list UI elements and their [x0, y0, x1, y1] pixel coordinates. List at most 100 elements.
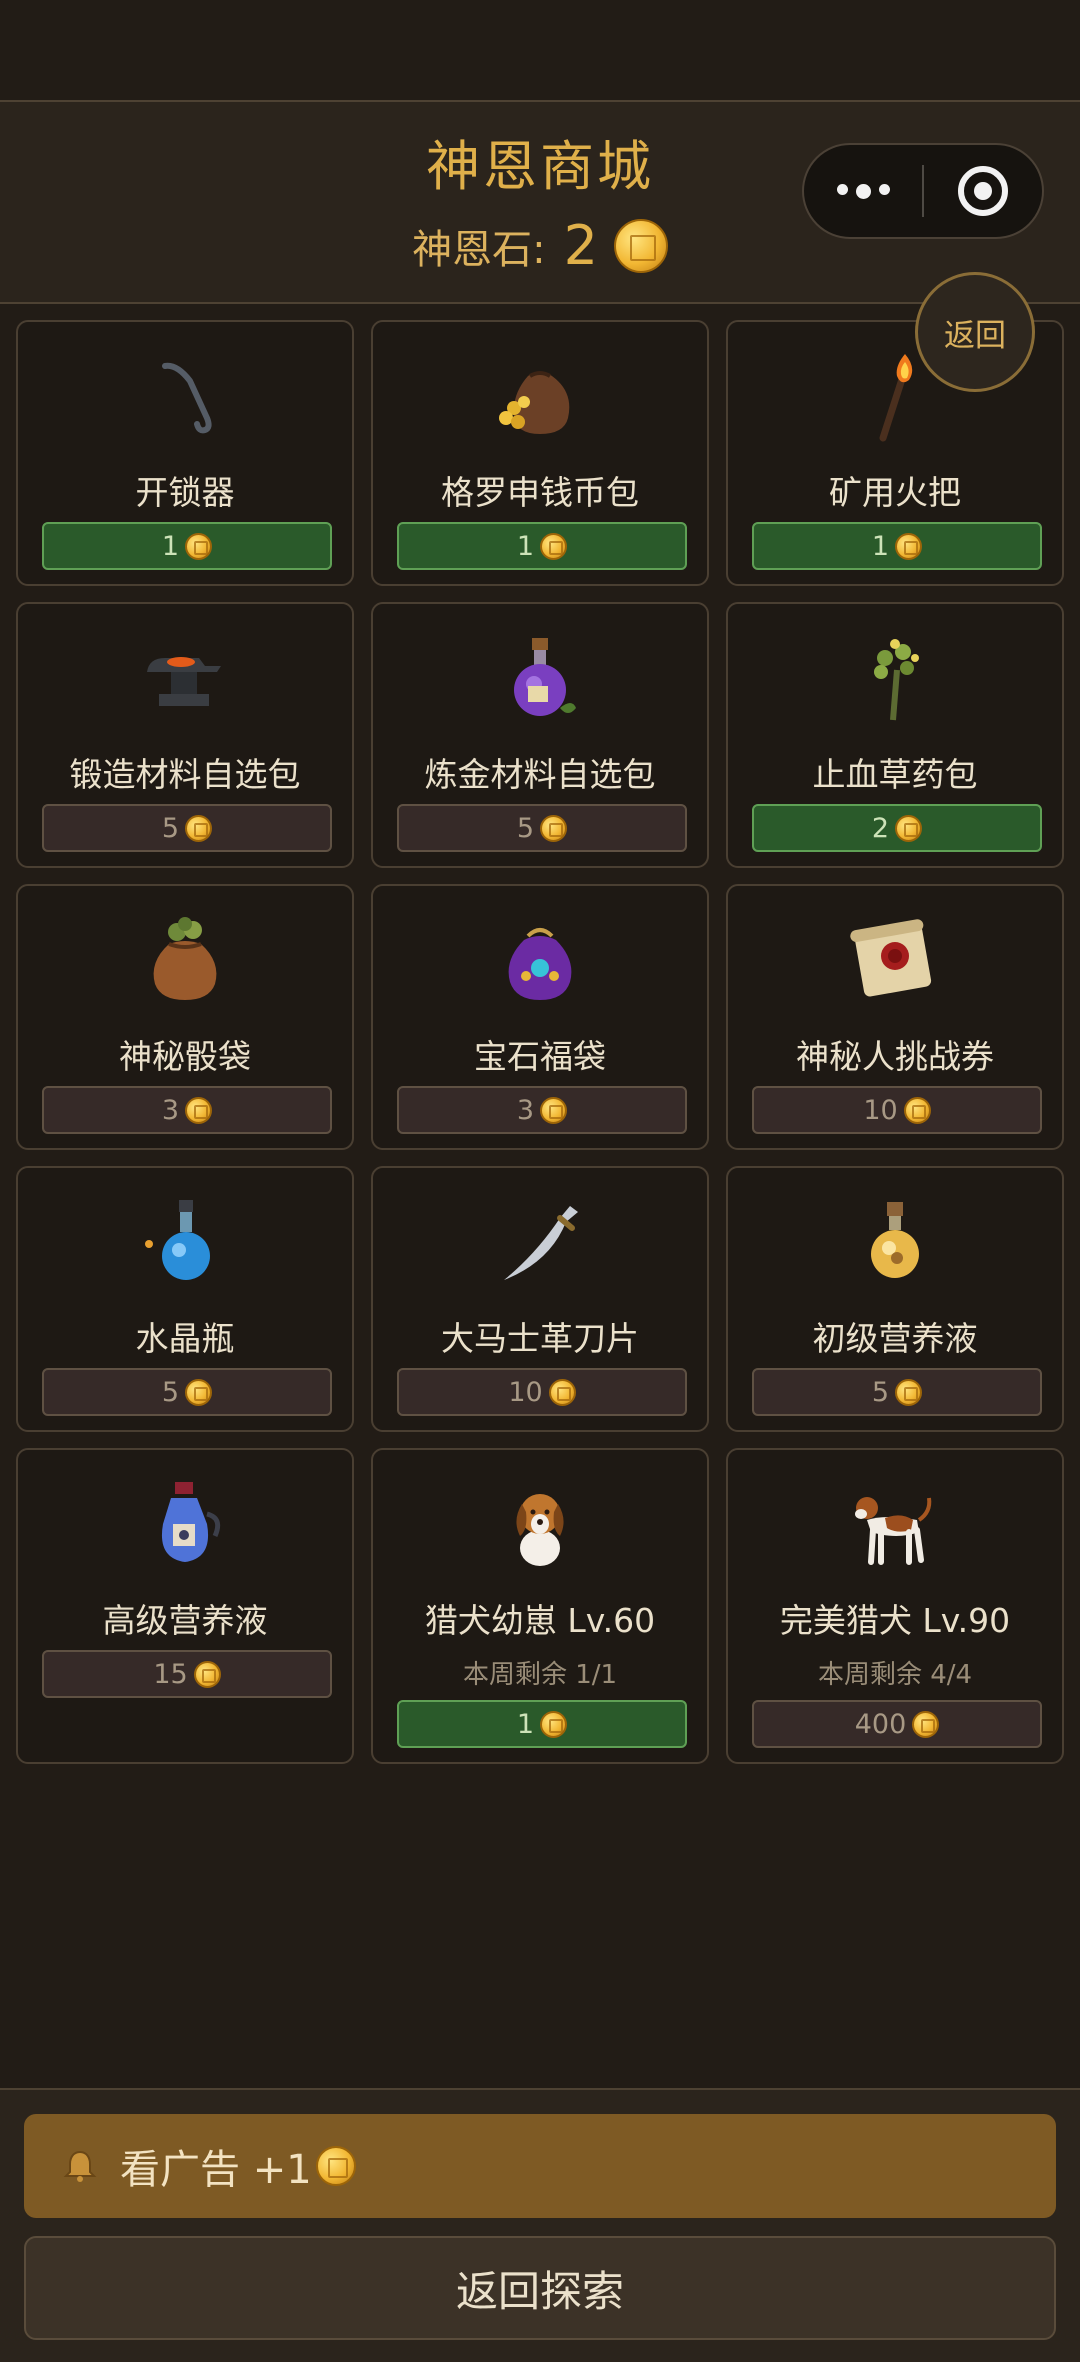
coin-icon: [185, 1378, 213, 1406]
buy-price-button[interactable]: 5: [752, 1368, 1042, 1416]
item-name: 神秘人挑战券: [796, 1037, 994, 1076]
shop-item-card[interactable]: 大马士革刀片 10: [371, 1166, 709, 1432]
shop-item-card[interactable]: 猎犬幼崽 Lv.60 本周剩余 1/1 1: [371, 1448, 709, 1764]
buy-price-button[interactable]: 10: [752, 1086, 1042, 1134]
buy-price-button[interactable]: 2: [752, 804, 1042, 852]
buy-price-button[interactable]: 10: [397, 1368, 687, 1416]
coin-icon: [185, 1096, 213, 1124]
return-explore-label: 返回探索: [455, 2266, 624, 2316]
item-name: 完美猎犬 Lv.90: [779, 1601, 1011, 1640]
price-value: 5: [161, 1376, 180, 1408]
buy-price-button[interactable]: 3: [397, 1086, 687, 1134]
coin-icon: [895, 814, 923, 842]
coin-icon: [912, 1710, 940, 1738]
coin-pouch-icon: [490, 346, 590, 446]
mini-program-capsule: [802, 143, 1044, 239]
puppy-icon: [490, 1474, 590, 1574]
shop-item-card[interactable]: 格罗申钱币包 1: [371, 320, 709, 586]
coin-icon: [540, 532, 568, 560]
price-value: 15: [153, 1658, 188, 1690]
coin-icon: [548, 1378, 576, 1406]
potion-flask-icon: [490, 628, 590, 728]
bottom-bar: 看广告 +1 返回探索: [0, 2088, 1080, 2362]
buy-price-button[interactable]: 5: [42, 804, 332, 852]
more-menu-icon[interactable]: [804, 183, 922, 199]
buy-price-button[interactable]: 5: [397, 804, 687, 852]
shop-item-card[interactable]: 初级营养液 5: [726, 1166, 1064, 1432]
price-value: 5: [516, 812, 535, 844]
hound-icon: [845, 1474, 945, 1574]
price-value: 400: [854, 1708, 907, 1740]
weekly-quota: 本周剩余 4/4: [817, 1660, 973, 1690]
item-name: 锻造材料自选包: [69, 755, 301, 794]
shop-item-card[interactable]: 开锁器 1: [16, 320, 354, 586]
close-target-icon[interactable]: [924, 166, 1042, 216]
gem-bag-icon: [490, 910, 590, 1010]
scroll-icon: [845, 910, 945, 1010]
shop-item-card[interactable]: 炼金材料自选包 5: [371, 602, 709, 868]
shop-item-card[interactable]: 高级营养液 15: [16, 1448, 354, 1764]
price-value: 5: [161, 812, 180, 844]
price-value: 3: [161, 1094, 180, 1126]
shop-item-card[interactable]: 完美猎犬 Lv.90 本周剩余 4/4 400: [726, 1448, 1064, 1764]
small-nutrient-bottle-icon: [845, 1192, 945, 1292]
shop-item-card[interactable]: 宝石福袋 3: [371, 884, 709, 1150]
coin-icon: [193, 1660, 221, 1688]
item-name: 大马士革刀片: [441, 1319, 639, 1358]
item-name: 水晶瓶: [135, 1319, 235, 1358]
buy-price-button[interactable]: 3: [42, 1086, 332, 1134]
item-name: 猎犬幼崽 Lv.60: [424, 1601, 656, 1640]
lockpick-icon: [135, 346, 235, 446]
item-name: 炼金材料自选包: [424, 755, 656, 794]
herb-bundle-icon: [845, 628, 945, 728]
buy-price-button[interactable]: 1: [42, 522, 332, 570]
coin-icon: [895, 1378, 923, 1406]
return-explore-button[interactable]: 返回探索: [24, 2236, 1056, 2340]
price-value: 10: [508, 1376, 543, 1408]
item-name: 神秘骰袋: [119, 1037, 251, 1076]
balance-label: 神恩石:: [412, 226, 546, 273]
coin-icon: [185, 814, 213, 842]
price-value: 1: [161, 530, 180, 562]
item-name: 开锁器: [135, 473, 235, 512]
price-value: 1: [871, 530, 890, 562]
item-name: 宝石福袋: [474, 1037, 606, 1076]
buy-price-button[interactable]: 5: [42, 1368, 332, 1416]
buy-price-button[interactable]: 400: [752, 1700, 1042, 1748]
watch-ad-label: 看广告 +1: [120, 2147, 312, 2193]
buy-price-button[interactable]: 15: [42, 1650, 332, 1698]
coin-icon: [613, 218, 668, 273]
balance-value: 2: [563, 214, 598, 277]
bell-icon: [63, 2150, 97, 2182]
shop-item-card[interactable]: 水晶瓶 5: [16, 1166, 354, 1432]
coin-icon: [895, 532, 923, 560]
price-value: 1: [516, 530, 535, 562]
watch-ad-button[interactable]: 看广告 +1: [24, 2114, 1056, 2218]
coin-icon: [315, 2146, 356, 2186]
crystal-bottle-icon: [135, 1192, 235, 1292]
dice-bag-icon: [135, 910, 235, 1010]
item-name: 止血草药包: [812, 755, 978, 794]
shop-item-card[interactable]: 止血草药包 2: [726, 602, 1064, 868]
back-float-label: 返回: [944, 317, 1006, 354]
coin-icon: [540, 1096, 568, 1124]
shop-item-card[interactable]: 神秘人挑战券 10: [726, 884, 1064, 1150]
coin-icon: [185, 532, 213, 560]
price-value: 2: [871, 812, 890, 844]
buy-price-button[interactable]: 1: [752, 522, 1042, 570]
buy-price-button[interactable]: 1: [397, 1700, 687, 1748]
price-value: 10: [863, 1094, 898, 1126]
price-value: 3: [516, 1094, 535, 1126]
buy-price-button[interactable]: 1: [397, 522, 687, 570]
coin-icon: [540, 1710, 568, 1738]
item-name: 格罗申钱币包: [441, 473, 639, 512]
item-name: 矿用火把: [829, 473, 961, 512]
shop-item-card[interactable]: 锻造材料自选包 5: [16, 602, 354, 868]
coin-icon: [903, 1096, 931, 1124]
back-float-button[interactable]: 返回: [915, 272, 1035, 392]
item-name: 初级营养液: [812, 1319, 978, 1358]
shop-page: 神恩商城 神恩石: 2 返回 开锁器 1 格罗申钱币包 1 矿用火把 1 锻造材料自选包 5 炼…: [0, 0, 1080, 2362]
shop-item-card[interactable]: 神秘骰袋 3: [16, 884, 354, 1150]
coin-icon: [540, 814, 568, 842]
price-value: 5: [871, 1376, 890, 1408]
